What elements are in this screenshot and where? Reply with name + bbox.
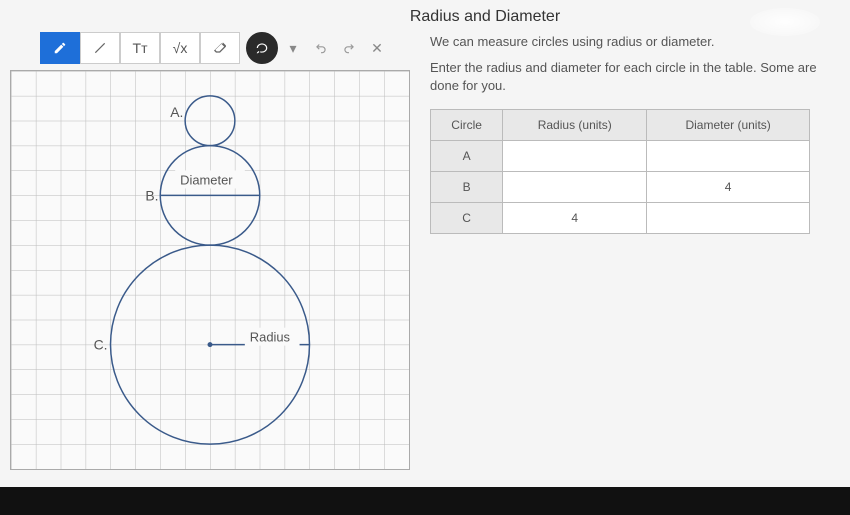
lasso-tool[interactable] (246, 32, 278, 64)
text-tool[interactable]: Tᴛ (120, 32, 160, 64)
cell-diameter-b: 4 (647, 172, 810, 203)
header-circle: Circle (431, 110, 503, 141)
table-row: B 4 (431, 172, 810, 203)
diameter-label: Diameter (180, 172, 233, 187)
redo-button[interactable] (336, 32, 362, 64)
undo-button[interactable] (308, 32, 334, 64)
pen-icon (53, 41, 67, 55)
bottom-bar (0, 487, 850, 515)
line-icon (93, 41, 107, 55)
grid-diagram[interactable]: A. B. C. Diameter Radius (10, 70, 410, 470)
page-title: Radius and Diameter (120, 0, 850, 30)
cell-radius-b[interactable] (503, 172, 647, 203)
redo-icon (342, 41, 356, 55)
cell-diameter-c[interactable] (647, 203, 810, 234)
circle-b-label: B. (145, 187, 158, 203)
header-diameter: Diameter (units) (647, 110, 810, 141)
cell-radius-a[interactable] (503, 141, 647, 172)
instructions-panel: We can measure circles using radius or d… (430, 70, 840, 475)
cell-circle-c: C (431, 203, 503, 234)
cell-circle-a: A (431, 141, 503, 172)
glare (750, 8, 820, 36)
circle-a-label: A. (170, 104, 183, 120)
eraser-tool[interactable] (200, 32, 240, 64)
circle-c-label: C. (94, 337, 108, 353)
table-row: C 4 (431, 203, 810, 234)
instruction-text: Enter the radius and diameter for each c… (430, 59, 840, 95)
intro-text: We can measure circles using radius or d… (430, 34, 840, 49)
cell-radius-c: 4 (503, 203, 647, 234)
pen-tool[interactable] (40, 32, 80, 64)
header-radius: Radius (units) (503, 110, 647, 141)
cell-diameter-a[interactable] (647, 141, 810, 172)
dropdown-icon[interactable]: ▾ (280, 32, 306, 64)
equation-tool[interactable]: √x (160, 32, 200, 64)
radius-label: Radius (250, 330, 290, 345)
line-tool[interactable] (80, 32, 120, 64)
answer-table: Circle Radius (units) Diameter (units) A… (430, 109, 810, 234)
eraser-icon (212, 40, 228, 56)
diagram-panel: A. B. C. Diameter Radius (10, 70, 410, 475)
close-button[interactable]: ✕ (364, 32, 390, 64)
table-row: A (431, 141, 810, 172)
lasso-icon (255, 41, 269, 55)
cell-circle-b: B (431, 172, 503, 203)
undo-icon (314, 41, 328, 55)
